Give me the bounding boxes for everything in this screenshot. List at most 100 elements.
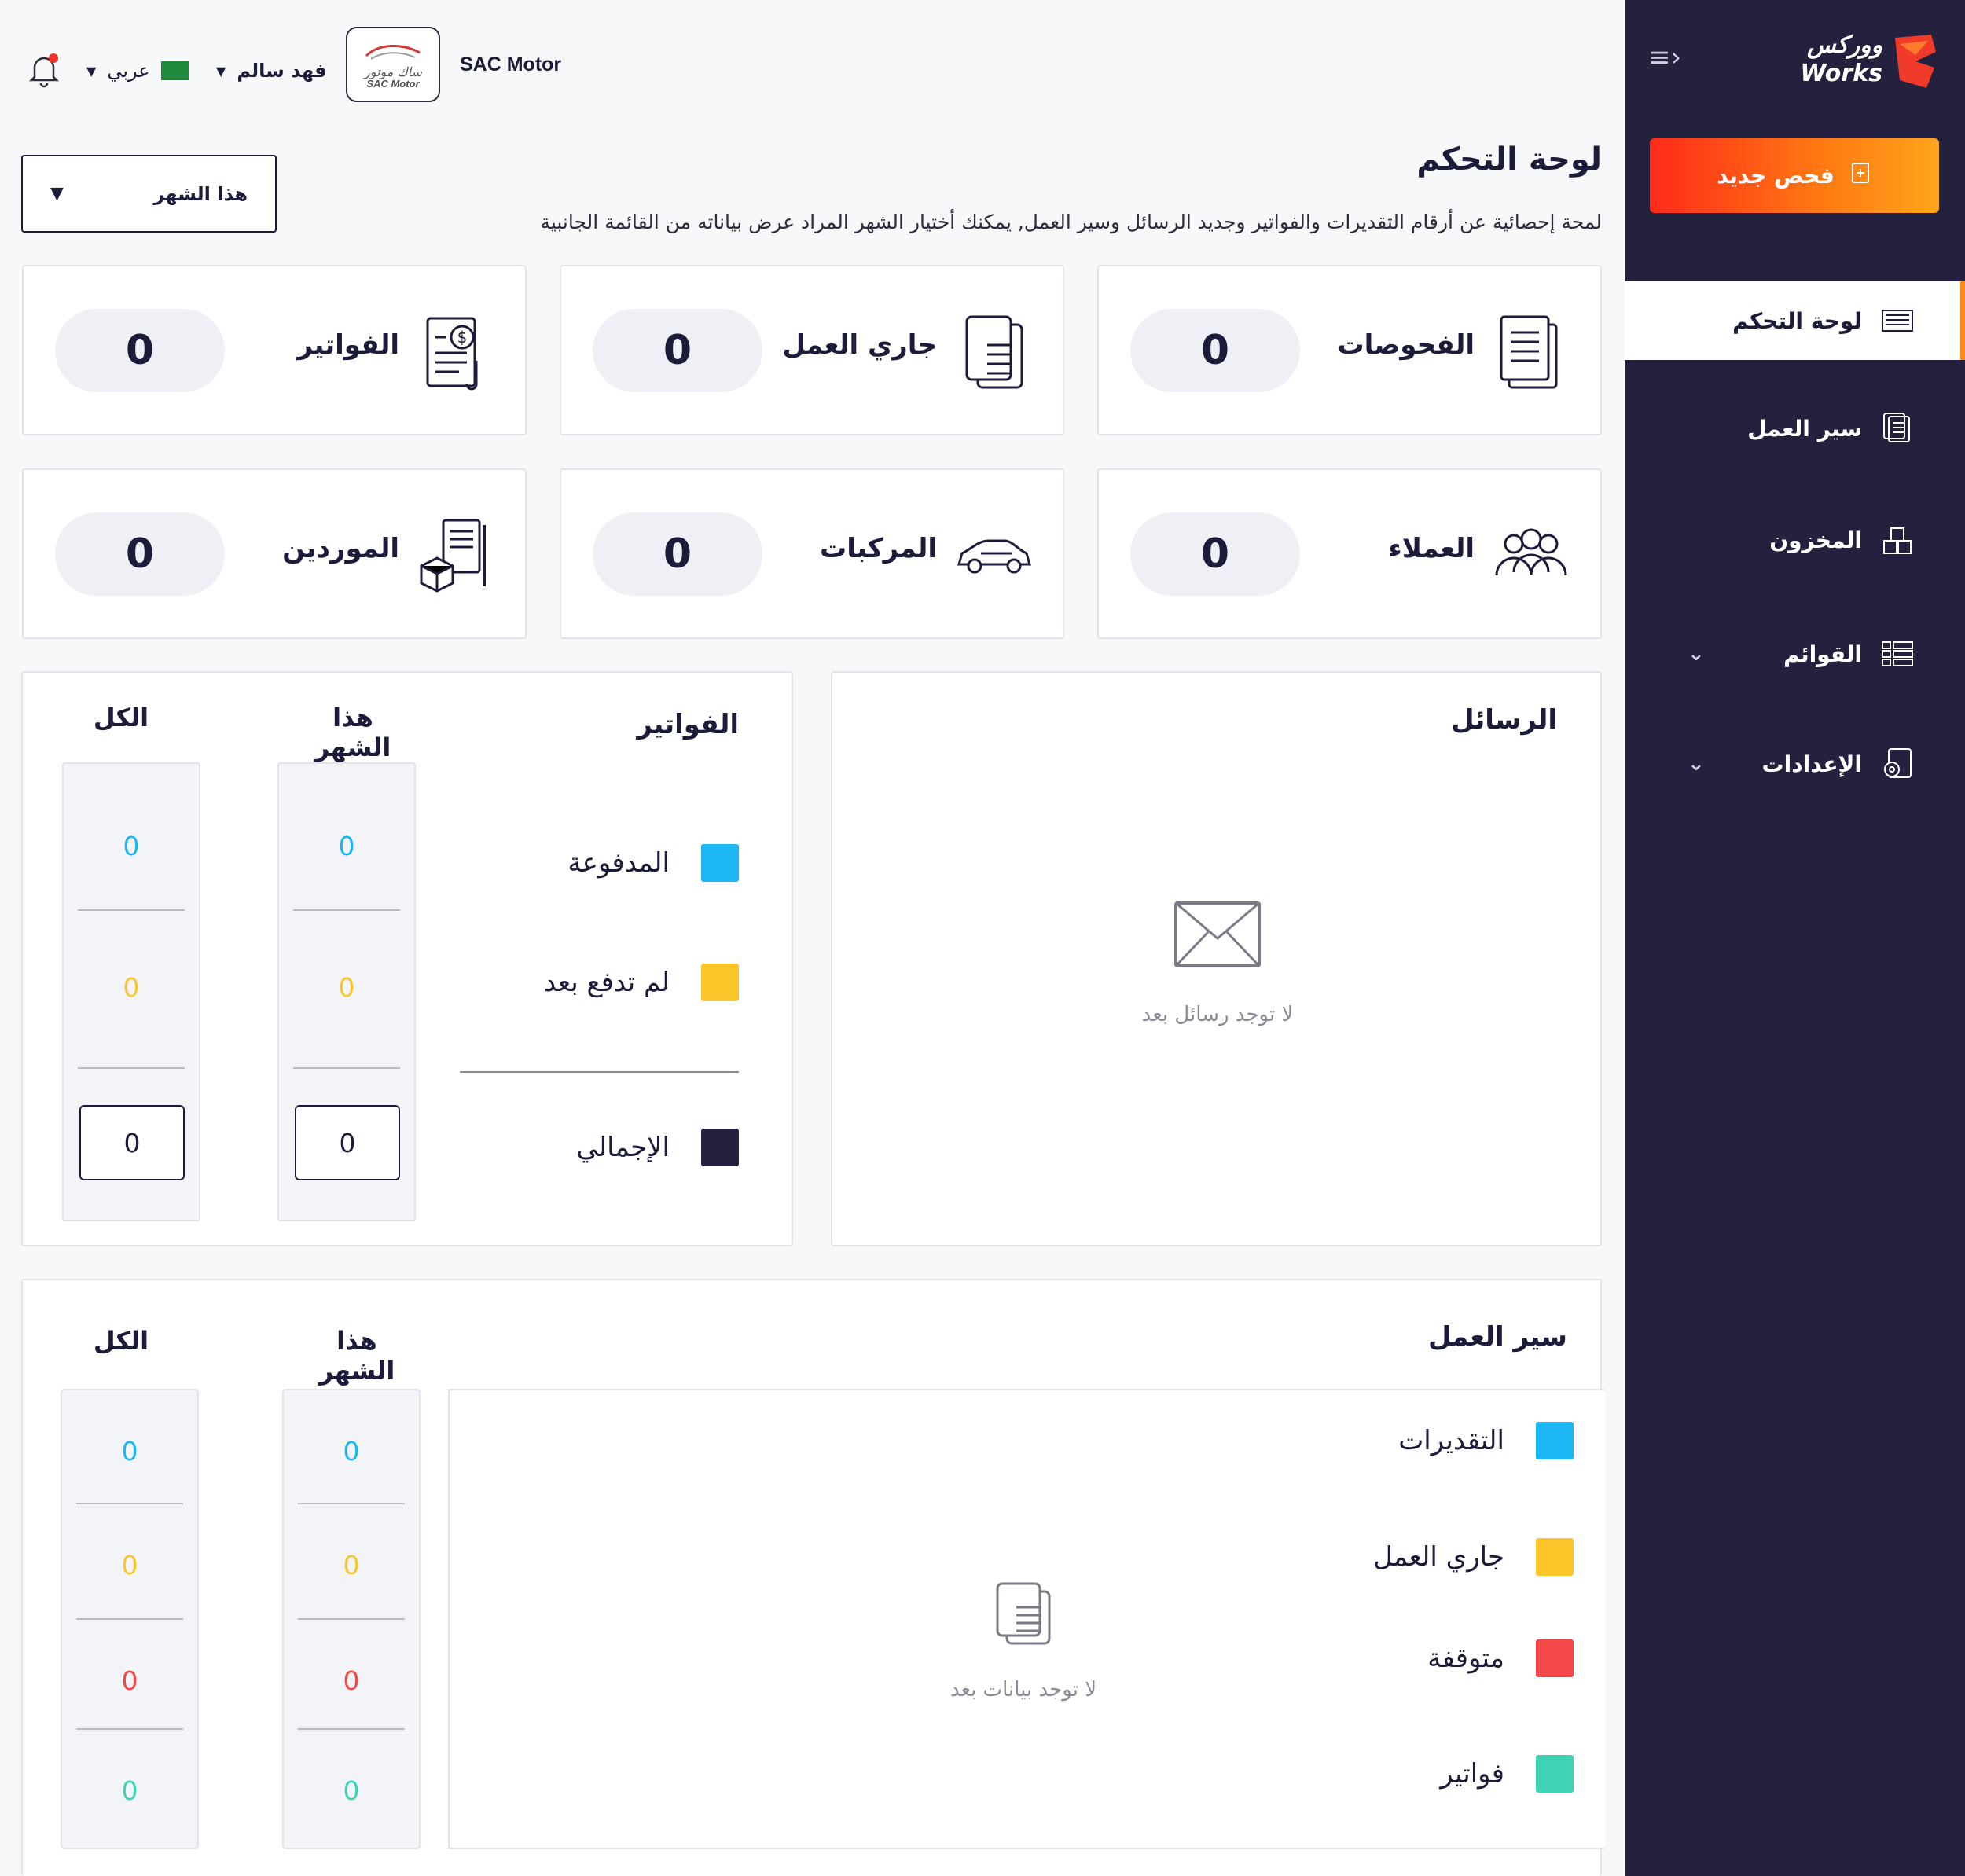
legend-label: متوقفة bbox=[1427, 1643, 1504, 1674]
legend-swatch bbox=[701, 1129, 739, 1166]
legend-swatch bbox=[1536, 1538, 1574, 1576]
legend-swatch bbox=[1536, 1755, 1574, 1793]
language-label: عربي bbox=[107, 60, 150, 82]
divider bbox=[76, 1728, 183, 1730]
sidebar-item-label: القوائم bbox=[1783, 641, 1862, 667]
legend-total: الإجمالي bbox=[576, 1129, 739, 1166]
stat-card-inspections[interactable]: الفحوصات 0 bbox=[1097, 265, 1602, 435]
in-progress-all-value: 0 bbox=[121, 1550, 138, 1580]
legend-label: جاري العمل bbox=[1373, 1541, 1504, 1573]
workflow-all-column: 0 0 0 0 bbox=[61, 1389, 199, 1849]
svg-text:SAC Motor: SAC Motor bbox=[366, 78, 420, 90]
invoices-all-value: 0 bbox=[121, 1775, 138, 1806]
legend-label: المدفوعة bbox=[567, 847, 670, 879]
stat-card-invoices[interactable]: $ الفواتير 0 bbox=[22, 265, 527, 435]
documents-icon bbox=[996, 1582, 1051, 1645]
new-inspection-label: فحص جديد bbox=[1717, 163, 1835, 189]
list-icon bbox=[1882, 641, 1913, 666]
column-header-all: الكل bbox=[93, 1326, 149, 1356]
sidebar-item-label: لوحة التحكم bbox=[1732, 307, 1862, 334]
legend-swatch bbox=[701, 964, 739, 1001]
svg-text:$: $ bbox=[457, 328, 468, 347]
brand-name-en: Works bbox=[1800, 60, 1882, 87]
total-all-value: 0 bbox=[79, 1105, 185, 1180]
legend-swatch bbox=[1536, 1422, 1574, 1459]
stopped-all-value: 0 bbox=[121, 1665, 138, 1696]
legend-estimates: التقديرات bbox=[1398, 1422, 1574, 1459]
messages-empty-text: لا توجد رسائل بعد bbox=[1141, 1003, 1294, 1026]
sidebar-item-label: المخزون bbox=[1769, 527, 1862, 553]
invoices-all-column: 0 0 0 bbox=[62, 762, 200, 1221]
column-header-month: هذا الشهر bbox=[314, 703, 391, 762]
chevron-down-icon[interactable]: ⌄ bbox=[1688, 642, 1705, 666]
legend-stopped: متوقفة bbox=[1427, 1639, 1574, 1677]
legend-unpaid: لم تدفع بعد bbox=[544, 964, 739, 1001]
sidebar-item-settings[interactable]: ⌄ الإعدادات bbox=[1625, 725, 1965, 803]
workflow-empty-text: لا توجد بيانات بعد bbox=[949, 1678, 1097, 1702]
chevron-down-icon[interactable]: ⌄ bbox=[1688, 752, 1705, 776]
brand-logo-text: ووركس Works bbox=[1757, 31, 1882, 88]
workflow-month-column: 0 0 0 0 bbox=[282, 1389, 421, 1849]
stat-value: 0 bbox=[55, 512, 225, 596]
stat-card-vehicles[interactable]: المركبات 0 bbox=[560, 468, 1064, 639]
page-subtitle: لمحة إحصائية عن أرقام التقديرات والفواتي… bbox=[540, 211, 1602, 233]
legend-label: التقديرات bbox=[1398, 1425, 1504, 1456]
estimates-month-value: 0 bbox=[343, 1436, 360, 1467]
divider bbox=[298, 1503, 405, 1504]
workflow-title: سير العمل bbox=[1427, 1321, 1567, 1353]
invoices-title: الفواتير bbox=[637, 709, 739, 740]
unpaid-all-value: 0 bbox=[123, 972, 140, 1003]
stat-value: 0 bbox=[593, 309, 762, 392]
divider bbox=[78, 909, 185, 911]
messages-panel: الرسائل لا توجد رسائل بعد bbox=[831, 671, 1602, 1246]
invoices-month-value: 0 bbox=[343, 1775, 360, 1806]
menu-toggle-icon[interactable]: ≡› bbox=[1648, 44, 1695, 71]
divider bbox=[298, 1728, 405, 1730]
sidebar-item-dashboard[interactable]: لوحة التحكم bbox=[1625, 281, 1965, 360]
sidebar-item-label: سير العمل bbox=[1747, 415, 1862, 442]
invoices-month-column: 0 0 0 bbox=[277, 762, 416, 1221]
divider bbox=[76, 1503, 183, 1504]
legend-invoices: فواتير bbox=[1440, 1755, 1574, 1793]
company-logo-image: ساك موتور SAC Motor bbox=[362, 44, 423, 90]
total-month-value: 0 bbox=[295, 1105, 400, 1180]
sidebar-item-lists[interactable]: ⌄ القوائم bbox=[1625, 615, 1965, 693]
boxes-icon bbox=[1883, 527, 1912, 554]
page-title: لوحة التحكم bbox=[1416, 141, 1602, 178]
month-select[interactable]: ▼ هذا الشهر bbox=[21, 155, 277, 233]
language-selector[interactable]: ▼ عربي bbox=[86, 55, 189, 86]
user-menu[interactable]: ▼ فهد سالم bbox=[216, 55, 334, 86]
legend-swatch bbox=[1536, 1639, 1574, 1677]
unpaid-month-value: 0 bbox=[338, 972, 355, 1003]
dashboard-icon bbox=[1882, 310, 1913, 332]
stat-card-customers[interactable]: العملاء 0 bbox=[1097, 468, 1602, 639]
invoice-icon: $ bbox=[426, 317, 478, 391]
brand-name-ar: ووركس bbox=[1807, 31, 1882, 59]
caret-down-icon: ▼ bbox=[50, 184, 64, 204]
new-inspection-button[interactable]: فحص جديد bbox=[1650, 138, 1939, 213]
sidebar-item-workflow[interactable]: سير العمل bbox=[1625, 389, 1965, 468]
documents-icon bbox=[1883, 413, 1910, 442]
sidebar-item-inventory[interactable]: المخزون bbox=[1625, 501, 1965, 579]
caret-down-icon: ▼ bbox=[216, 63, 226, 79]
paid-all-value: 0 bbox=[123, 831, 140, 861]
invoices-panel: الفواتير المدفوعة لم تدفع بعد الإجمالي ه… bbox=[21, 671, 793, 1246]
stopped-month-value: 0 bbox=[343, 1665, 360, 1696]
divider bbox=[293, 1067, 400, 1069]
company-name: SAC Motor bbox=[460, 53, 562, 75]
brand-logo-icon bbox=[1895, 35, 1936, 88]
documents-icon bbox=[965, 315, 1023, 389]
car-icon bbox=[957, 539, 1031, 574]
supplier-icon bbox=[420, 519, 486, 593]
stat-card-in-progress[interactable]: جاري العمل 0 bbox=[560, 265, 1064, 435]
legend-label: لم تدفع بعد bbox=[544, 967, 670, 998]
notification-bell-icon[interactable] bbox=[24, 49, 64, 90]
stat-card-suppliers[interactable]: الموردين 0 bbox=[22, 468, 527, 639]
divider bbox=[298, 1618, 405, 1620]
estimates-all-value: 0 bbox=[121, 1436, 138, 1467]
month-select-value: هذا الشهر bbox=[153, 182, 248, 205]
workflow-chart-area: التقديرات جاري العمل متوقفة فواتير لا تو… bbox=[448, 1389, 1605, 1849]
envelope-icon bbox=[1174, 901, 1261, 967]
legend-paid: المدفوعة bbox=[567, 844, 739, 882]
messages-title: الرسائل bbox=[1451, 704, 1557, 736]
